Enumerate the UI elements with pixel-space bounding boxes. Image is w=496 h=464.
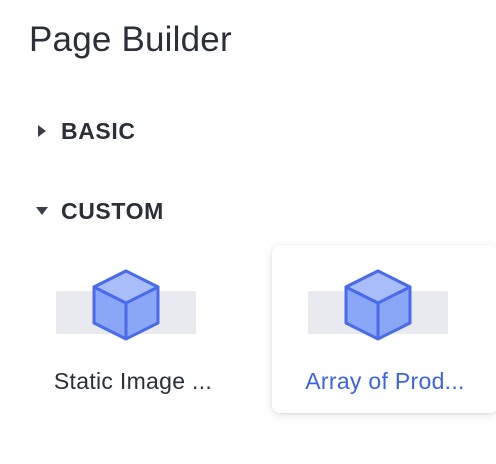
- cube-icon: [342, 267, 414, 343]
- section-label-basic: BASIC: [61, 118, 136, 144]
- page-title: Page Builder: [29, 20, 232, 59]
- component-card-array-of-products[interactable]: Array of Prod...: [272, 245, 496, 413]
- component-card-static-image[interactable]: Static Image ...: [20, 245, 246, 413]
- component-label-static-image: Static Image ...: [53, 368, 213, 394]
- cube-icon: [90, 267, 162, 343]
- caret-right-icon: [33, 122, 51, 140]
- section-label-custom: CUSTOM: [61, 198, 164, 224]
- section-custom-toggle[interactable]: CUSTOM: [33, 194, 164, 228]
- section-basic-toggle[interactable]: BASIC: [33, 114, 136, 148]
- component-label-array-of-products: Array of Prod...: [305, 368, 465, 394]
- caret-down-icon: [33, 202, 51, 220]
